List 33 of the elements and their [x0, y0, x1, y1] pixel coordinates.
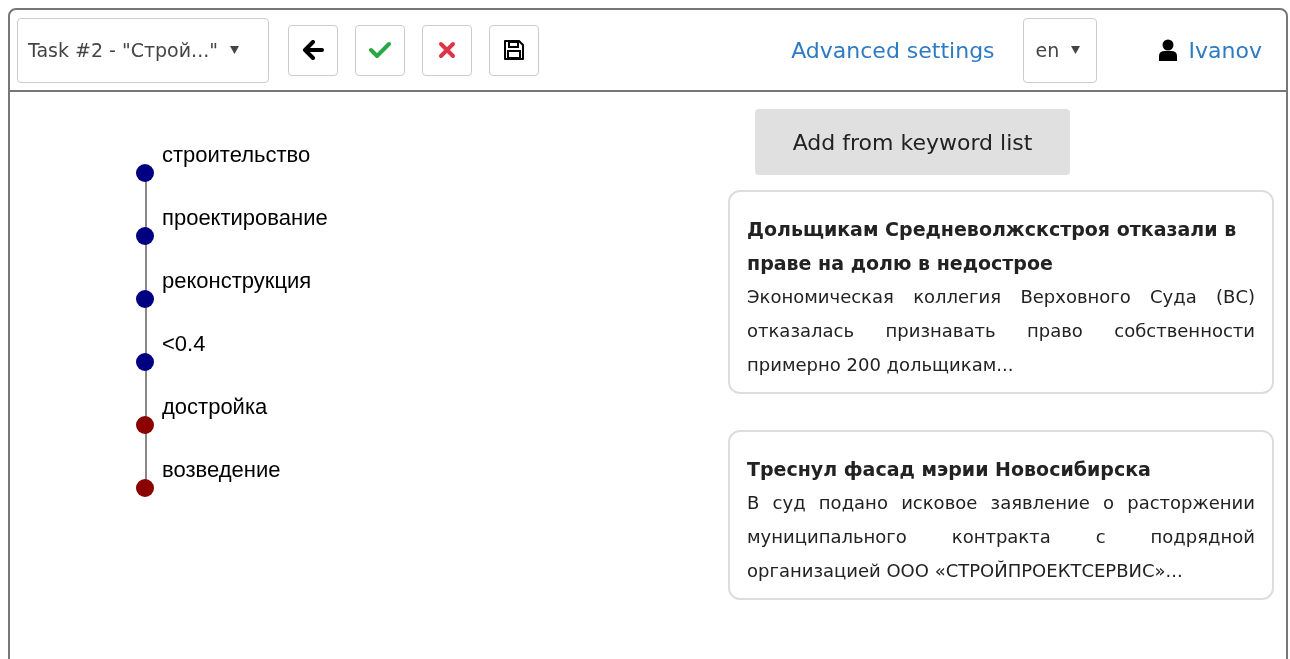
article-excerpt: Экономическая коллегия Верховного Суда (ВС) отказалась признавать право собственности примерно 200 дольщикам...: [747, 285, 1255, 377]
reject-button[interactable]: [422, 24, 472, 76]
back-button[interactable]: [288, 24, 338, 76]
keyword-node[interactable]: [136, 353, 154, 371]
article-title: Дольщикам Средневолжскстроя отказали в праве на долю в недострое: [747, 217, 1238, 276]
keyword-label: достройка: [162, 393, 268, 421]
keyword-label: <0.4: [162, 330, 206, 358]
keyword-label: возведение: [162, 456, 281, 484]
keyword-node[interactable]: [136, 290, 154, 308]
keyword-label: реконструкция: [162, 267, 312, 295]
close-icon: [438, 41, 456, 59]
checkmark-icon: [369, 41, 391, 59]
keyword-node[interactable]: [136, 416, 154, 434]
article-card[interactable]: Дольщикам Средневолжскстроя отказали в праве на долю в недострое Экономическая коллегия Верховного Суда (ВС) отказалась признавать право собственности примерно 200 дольщикам...: [728, 190, 1274, 394]
caret-icon: [229, 46, 239, 54]
keyword-node[interactable]: [136, 164, 154, 182]
user-link[interactable]: Ivanov: [1188, 33, 1262, 67]
save-button[interactable]: [489, 24, 539, 76]
caret-icon: [1071, 46, 1081, 54]
keyword-label: проектирование: [162, 204, 328, 232]
language-select[interactable]: en: [1022, 17, 1097, 83]
task-select[interactable]: Task #2 - "Строй...": [17, 17, 269, 83]
accept-button[interactable]: [355, 24, 405, 76]
user-icon: [1158, 39, 1177, 61]
keyword-node[interactable]: [136, 227, 154, 245]
add-from-keyword-list-button[interactable]: Add from keyword list: [755, 109, 1070, 175]
article-card[interactable]: Треснул фасад мэрии Новосибирска В суд подано исковое заявление о расторжении муниципального контракта с подрядной организацией ООО «СТРОЙПРОЕКТСЕРВИС»...: [728, 430, 1274, 600]
keyword-node[interactable]: [136, 479, 154, 497]
article-excerpt: В суд подано исковое заявление о расторжении муниципального контракта с подрядной организацией ООО «СТРОЙПРОЕКТСЕРВИС»...: [747, 491, 1255, 583]
arrow-left-icon: [302, 40, 324, 60]
article-title: Треснул фасад мэрии Новосибирска: [747, 457, 1152, 482]
advanced-settings-link[interactable]: Advanced settings: [791, 33, 995, 67]
keyword-label: строительство: [162, 141, 311, 169]
